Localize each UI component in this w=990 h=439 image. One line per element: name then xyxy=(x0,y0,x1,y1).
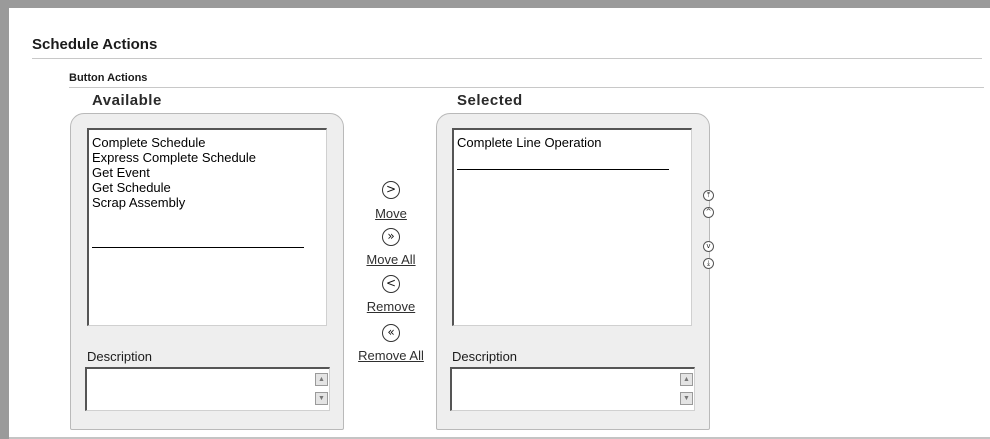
available-description-scrollbar[interactable]: ▲ ▼ xyxy=(315,370,328,408)
available-item[interactable]: Express Complete Schedule xyxy=(92,150,256,165)
move-to-bottom-icon[interactable]: ⤓ xyxy=(703,258,714,269)
available-header: Available xyxy=(92,92,162,109)
scroll-down-icon[interactable]: ▼ xyxy=(315,392,328,405)
scroll-up-icon[interactable]: ▲ xyxy=(315,373,328,386)
scroll-down-icon[interactable]: ▼ xyxy=(680,392,693,405)
move-up-icon[interactable]: ^ xyxy=(703,207,714,218)
list-separator xyxy=(457,169,669,170)
move-link[interactable]: Move xyxy=(375,206,407,221)
section-title: Schedule Actions xyxy=(32,36,158,53)
selected-listbox[interactable]: Complete Line Operation xyxy=(452,128,692,326)
remove-link[interactable]: Remove xyxy=(367,299,415,314)
selected-description-scrollbar[interactable]: ▲ ▼ xyxy=(680,370,693,408)
move-all-icon[interactable]: » xyxy=(382,228,400,246)
remove-all-link[interactable]: Remove All xyxy=(358,348,424,363)
selected-description-field[interactable]: ▲ ▼ xyxy=(450,367,695,411)
available-item[interactable]: Get Event xyxy=(92,165,256,180)
move-down-icon[interactable]: v xyxy=(703,241,714,252)
available-description-field[interactable]: ▲ ▼ xyxy=(85,367,330,411)
list-separator xyxy=(92,247,304,248)
available-item[interactable]: Complete Schedule xyxy=(92,135,256,150)
selected-description-label: Description xyxy=(452,349,518,364)
available-item[interactable]: Get Schedule xyxy=(92,180,256,195)
window-frame-top xyxy=(0,0,990,8)
subsection-title: Button Actions xyxy=(69,72,148,84)
available-description-label: Description xyxy=(87,349,153,364)
remove-all-icon[interactable]: « xyxy=(382,324,400,342)
available-listbox[interactable]: Complete Schedule Express Complete Sched… xyxy=(87,128,327,326)
move-to-top-icon[interactable]: ⤒ xyxy=(703,190,714,201)
remove-icon[interactable]: < xyxy=(382,275,400,293)
selected-header: Selected xyxy=(457,92,523,109)
section-divider xyxy=(32,58,982,59)
move-icon[interactable]: > xyxy=(382,181,400,199)
move-all-link[interactable]: Move All xyxy=(366,252,415,267)
selected-item[interactable]: Complete Line Operation xyxy=(457,135,602,150)
window-frame-left xyxy=(0,0,9,439)
available-item[interactable]: Scrap Assembly xyxy=(92,195,256,210)
subsection-divider xyxy=(69,87,984,88)
scroll-up-icon[interactable]: ▲ xyxy=(680,373,693,386)
